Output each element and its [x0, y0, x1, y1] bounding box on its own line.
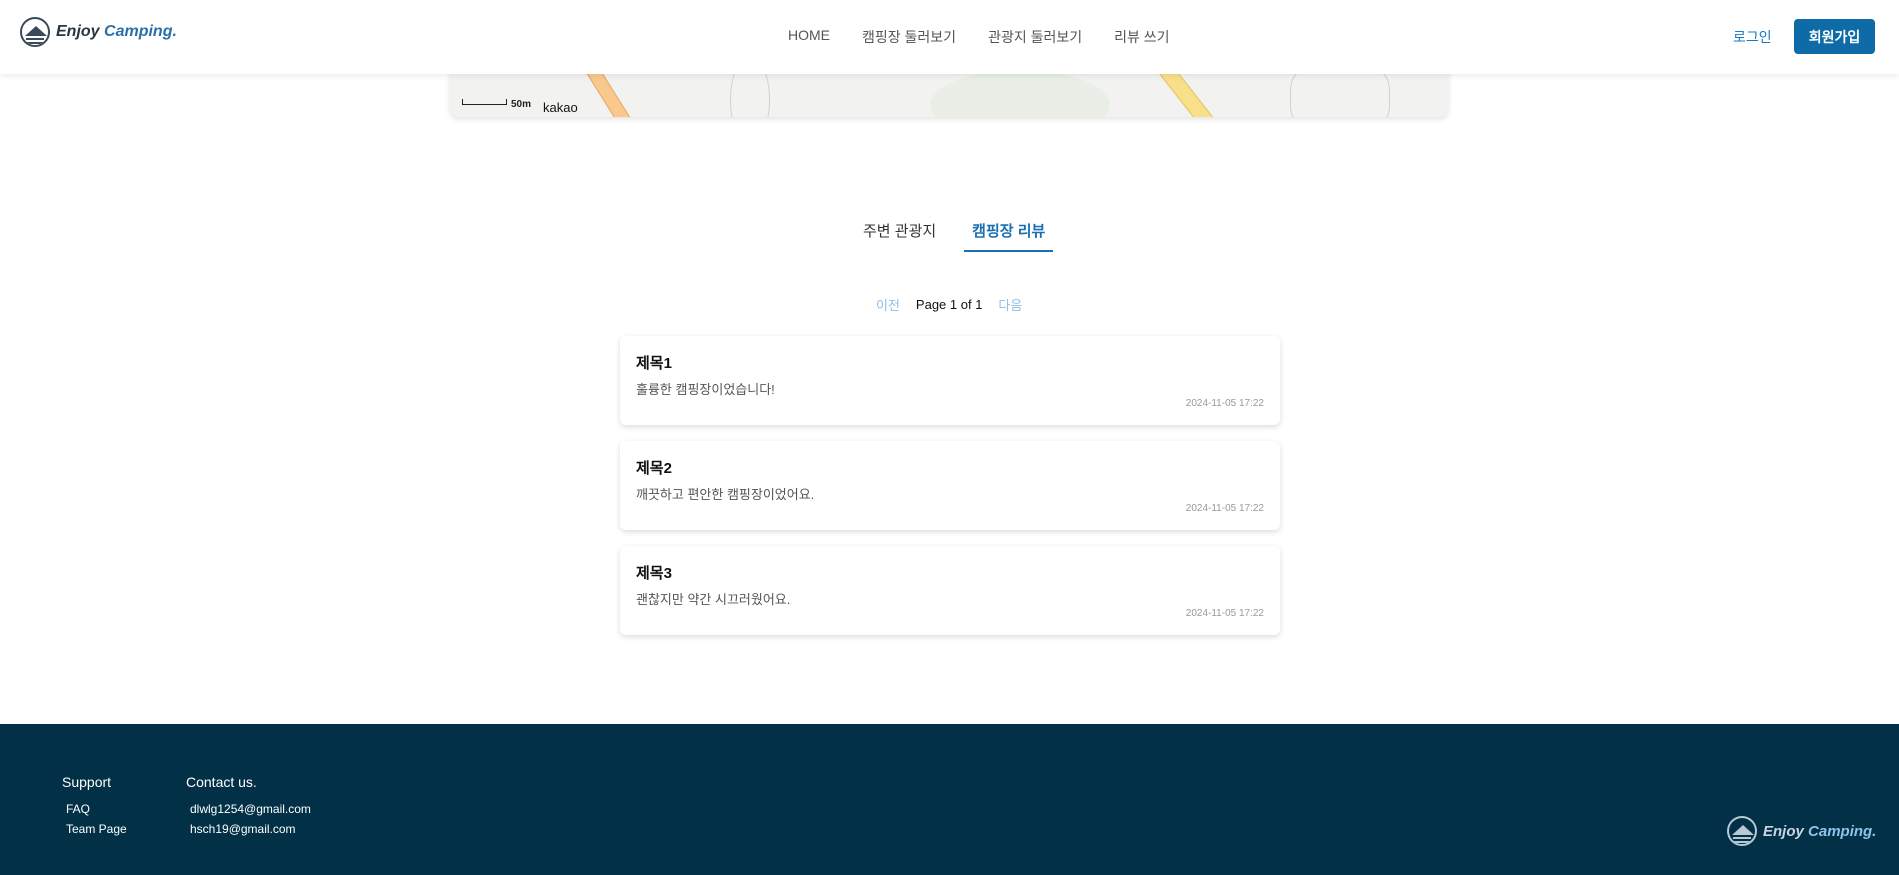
next-page-button[interactable]: 다음 [998, 295, 1022, 314]
review-list: 제목1 훌륭한 캠핑장이었습니다! 2024-11-05 17:22 제목2 깨… [620, 336, 1280, 651]
footer-support-heading: Support [62, 774, 112, 790]
tab-campsite-reviews[interactable]: 캠핑장 리뷰 [964, 218, 1054, 252]
review-title: 제목2 [636, 460, 672, 477]
map-scale-bar [462, 99, 507, 105]
review-date: 2024-11-05 17:22 [1185, 608, 1264, 619]
review-card[interactable]: 제목1 훌륭한 캠핑장이었습니다! 2024-11-05 17:22 [620, 336, 1280, 425]
page-info: Page 1 of 1 [915, 297, 983, 312]
mountain-logo-icon [1727, 816, 1757, 846]
map-provider-logo: kakao [543, 100, 578, 115]
footer-support: Support FAQ Team Page [62, 774, 127, 842]
nav-home[interactable]: HOME [788, 27, 830, 47]
footer-faq-link[interactable]: FAQ [66, 802, 127, 816]
tab-nearby-attractions[interactable]: 주변 관광지 [855, 218, 944, 252]
review-card[interactable]: 제목3 괜찮지만 약간 시끄러웠어요. 2024-11-05 17:22 [620, 546, 1280, 635]
footer-contact: Contact us. dlwlg1254@gmail.com hsch19@g… [186, 774, 311, 842]
login-link[interactable]: 로그인 [1733, 27, 1772, 47]
footer-logo[interactable]: Enjoy Camping. [1727, 816, 1876, 846]
review-title: 제목3 [636, 565, 672, 582]
nav-browse-attractions[interactable]: 관광지 둘러보기 [988, 27, 1082, 47]
review-content: 훌륭한 캠핑장이었습니다! [636, 382, 775, 397]
footer-team-page-link[interactable]: Team Page [66, 822, 127, 836]
review-title: 제목1 [636, 355, 672, 372]
detail-tabs: 주변 관광지 캠핑장 리뷰 [855, 218, 1054, 252]
site-footer: Support FAQ Team Page Contact us. dlwlg1… [0, 724, 1899, 875]
review-card[interactable]: 제목2 깨끗하고 편안한 캠핑장이었어요. 2024-11-05 17:22 [620, 441, 1280, 530]
signup-button[interactable]: 회원가입 [1794, 19, 1875, 54]
footer-email-2[interactable]: hsch19@gmail.com [190, 822, 311, 836]
footer-email-1[interactable]: dlwlg1254@gmail.com [190, 802, 311, 816]
prev-page-button[interactable]: 이전 [876, 295, 900, 314]
map-park-area [930, 70, 1110, 117]
mountain-logo-icon [20, 17, 50, 47]
site-header: Enjoy Camping. HOME 캠핑장 둘러보기 관광지 둘러보기 리뷰… [0, 0, 1899, 74]
logo-text: Enjoy Camping. [56, 23, 177, 40]
nav-write-review[interactable]: 리뷰 쓰기 [1114, 27, 1169, 47]
pagination: 이전 Page 1 of 1 다음 [876, 295, 1022, 314]
site-logo[interactable]: Enjoy Camping. [20, 17, 177, 47]
review-content: 괜찮지만 약간 시끄러웠어요. [636, 592, 791, 607]
review-date: 2024-11-05 17:22 [1185, 398, 1264, 409]
footer-logo-text: Enjoy Camping. [1763, 822, 1877, 840]
main-nav: HOME 캠핑장 둘러보기 관광지 둘러보기 리뷰 쓰기 [788, 27, 1170, 47]
review-content: 깨끗하고 편안한 캠핑장이었어요. [636, 487, 815, 502]
review-date: 2024-11-05 17:22 [1185, 503, 1264, 514]
map-scale-label: 50m [511, 99, 532, 110]
nav-browse-campsites[interactable]: 캠핑장 둘러보기 [862, 27, 956, 47]
footer-contact-heading: Contact us. [186, 774, 257, 790]
